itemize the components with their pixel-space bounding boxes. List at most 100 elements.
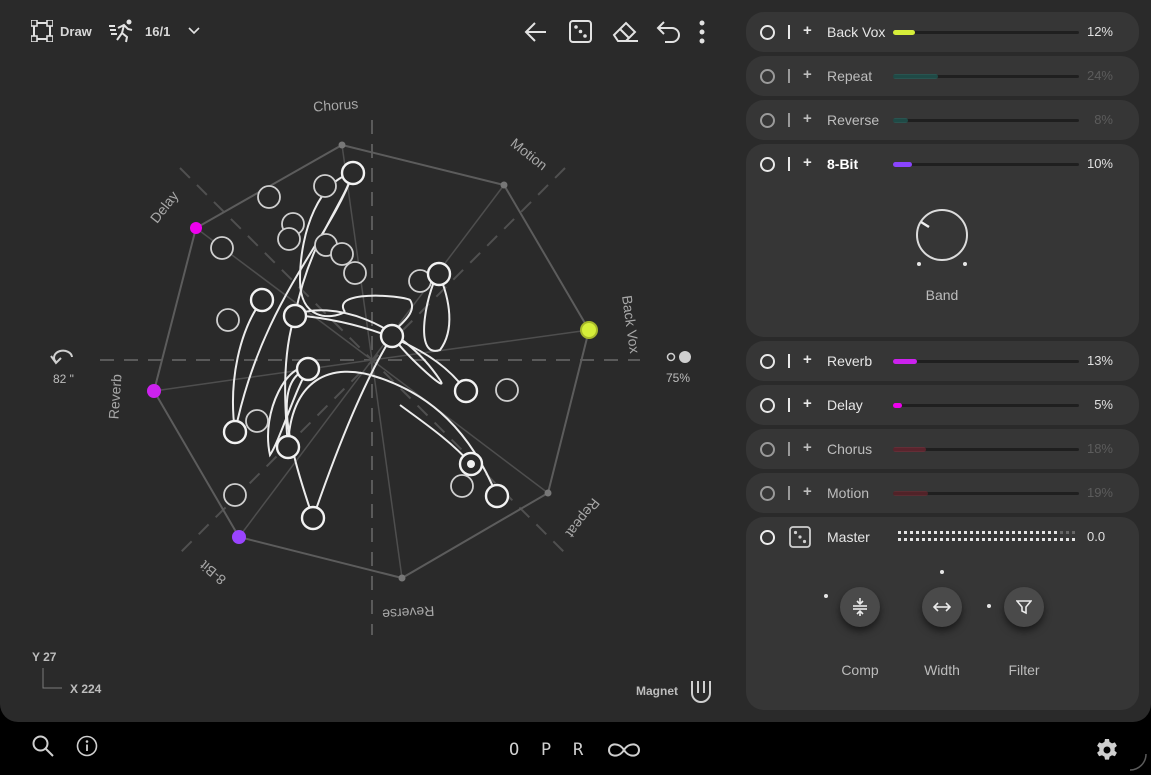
- solo-icon[interactable]: [788, 113, 790, 127]
- master-label: Master: [827, 529, 870, 545]
- effect-slider[interactable]: [893, 491, 1079, 496]
- width-label: Width: [924, 662, 960, 678]
- dice-icon[interactable]: [569, 20, 592, 43]
- effect-slider[interactable]: [893, 30, 1079, 35]
- effect-radio[interactable]: [760, 157, 775, 172]
- master-dice-icon[interactable]: [789, 526, 811, 548]
- effect-radio[interactable]: [760, 25, 775, 40]
- solo-icon[interactable]: [788, 486, 790, 500]
- filter-label: Filter: [1008, 662, 1040, 678]
- filter-button[interactable]: [1004, 587, 1044, 627]
- effect-value: 24%: [1086, 68, 1113, 83]
- solo-icon[interactable]: [788, 25, 790, 39]
- solo-icon[interactable]: [788, 69, 790, 83]
- drawn-path[interactable]: [232, 172, 498, 519]
- meter-segment: [1030, 531, 1033, 534]
- add-icon[interactable]: +: [803, 351, 812, 368]
- solo-icon[interactable]: [788, 157, 790, 171]
- add-icon[interactable]: +: [803, 483, 812, 500]
- meter-segment: [934, 538, 937, 541]
- effect-label: Reverse: [827, 112, 880, 128]
- solo-icon[interactable]: [788, 354, 790, 368]
- meter-segment: [1060, 531, 1063, 534]
- mode-o-button[interactable]: O: [509, 740, 519, 760]
- add-icon[interactable]: +: [803, 154, 812, 171]
- effect-radio[interactable]: [760, 442, 775, 457]
- effect-canvas[interactable]: Chorus Motion Back Vox Repeat Reverse 8-…: [0, 0, 740, 722]
- meter-segment: [1006, 538, 1009, 541]
- amount-toggle-icon[interactable]: [666, 351, 692, 363]
- effect-radio[interactable]: [760, 113, 775, 128]
- meter-segment: [946, 531, 949, 534]
- effect-radio[interactable]: [760, 69, 775, 84]
- effect-slider[interactable]: [893, 74, 1079, 79]
- width-button[interactable]: [922, 587, 962, 627]
- effect-row-chorus[interactable]: + Chorus 18%: [746, 429, 1139, 469]
- node-group-active[interactable]: [222, 160, 510, 531]
- magnet-icon[interactable]: [691, 681, 711, 703]
- effect-row-backvox[interactable]: + Back Vox 12%: [746, 12, 1139, 52]
- division-selector[interactable]: 16/1: [109, 18, 200, 44]
- eraser-icon[interactable]: [612, 20, 639, 44]
- add-icon[interactable]: +: [803, 66, 812, 83]
- meter-segment: [934, 531, 937, 534]
- effect-slider[interactable]: [893, 118, 1079, 123]
- band-knob[interactable]: [908, 202, 978, 272]
- add-icon[interactable]: +: [803, 22, 812, 39]
- reverb-point[interactable]: [147, 384, 161, 398]
- mode-p-button[interactable]: P: [541, 740, 551, 760]
- master-level-meter[interactable]: [896, 530, 1080, 544]
- effect-value: 19%: [1086, 485, 1113, 500]
- solo-icon[interactable]: [788, 398, 790, 412]
- delay-point[interactable]: [190, 222, 202, 234]
- effect-row-delay[interactable]: + Delay 5%: [746, 385, 1139, 425]
- master-radio[interactable]: [760, 530, 775, 545]
- meter-segment: [910, 531, 913, 534]
- backvox-point[interactable]: [580, 321, 598, 339]
- axis-label-motion: Motion: [508, 135, 551, 173]
- effect-radio[interactable]: [760, 398, 775, 413]
- meter-segment: [1066, 531, 1069, 534]
- solo-icon[interactable]: [788, 442, 790, 456]
- effect-slider[interactable]: [893, 162, 1079, 167]
- infinity-loop-icon[interactable]: [607, 741, 641, 759]
- effect-row-motion[interactable]: + Motion 19%: [746, 473, 1139, 513]
- rotate-icon[interactable]: [50, 349, 73, 365]
- effect-radio[interactable]: [760, 486, 775, 501]
- effect-row-repeat[interactable]: + Repeat 24%: [746, 56, 1139, 96]
- meter-segment: [1018, 538, 1021, 541]
- effect-label: Chorus: [827, 441, 873, 457]
- effect-row-8bit[interactable]: + 8-Bit 10%: [746, 144, 1139, 184]
- more-menu-icon[interactable]: [698, 20, 706, 44]
- effect-slider[interactable]: [893, 359, 1079, 364]
- add-icon[interactable]: +: [803, 395, 812, 412]
- search-icon[interactable]: [32, 735, 54, 757]
- add-icon[interactable]: +: [803, 110, 812, 127]
- settings-gear-icon[interactable]: [1095, 738, 1119, 762]
- comp-indicator-dot: [824, 594, 828, 598]
- mode-r-button[interactable]: R: [573, 740, 583, 760]
- undo-icon[interactable]: [656, 20, 681, 44]
- running-figure-icon: [109, 18, 137, 44]
- meter-segment: [952, 538, 955, 541]
- slider-fill: [893, 491, 929, 496]
- effect-row-reverse[interactable]: + Reverse 8%: [746, 100, 1139, 140]
- resize-handle-icon[interactable]: [1128, 752, 1148, 772]
- meter-segment: [898, 538, 901, 541]
- division-value: 16/1: [145, 23, 171, 39]
- comp-button[interactable]: [840, 587, 880, 627]
- effect-slider[interactable]: [893, 447, 1079, 452]
- effect-row-reverb[interactable]: + Reverb 13%: [746, 341, 1139, 381]
- add-icon[interactable]: +: [803, 439, 812, 456]
- 8bit-point[interactable]: [232, 530, 246, 544]
- slider-fill: [893, 30, 916, 35]
- meter-segment: [904, 531, 907, 534]
- draw-mode-button[interactable]: Draw: [31, 20, 92, 42]
- effect-radio[interactable]: [760, 354, 775, 369]
- effect-label: Motion: [827, 485, 870, 501]
- meter-segment: [940, 531, 943, 534]
- back-arrow-icon[interactable]: [524, 20, 548, 44]
- effect-slider[interactable]: [893, 403, 1079, 408]
- info-icon[interactable]: [76, 735, 98, 757]
- effect-label: 8-Bit: [827, 156, 859, 172]
